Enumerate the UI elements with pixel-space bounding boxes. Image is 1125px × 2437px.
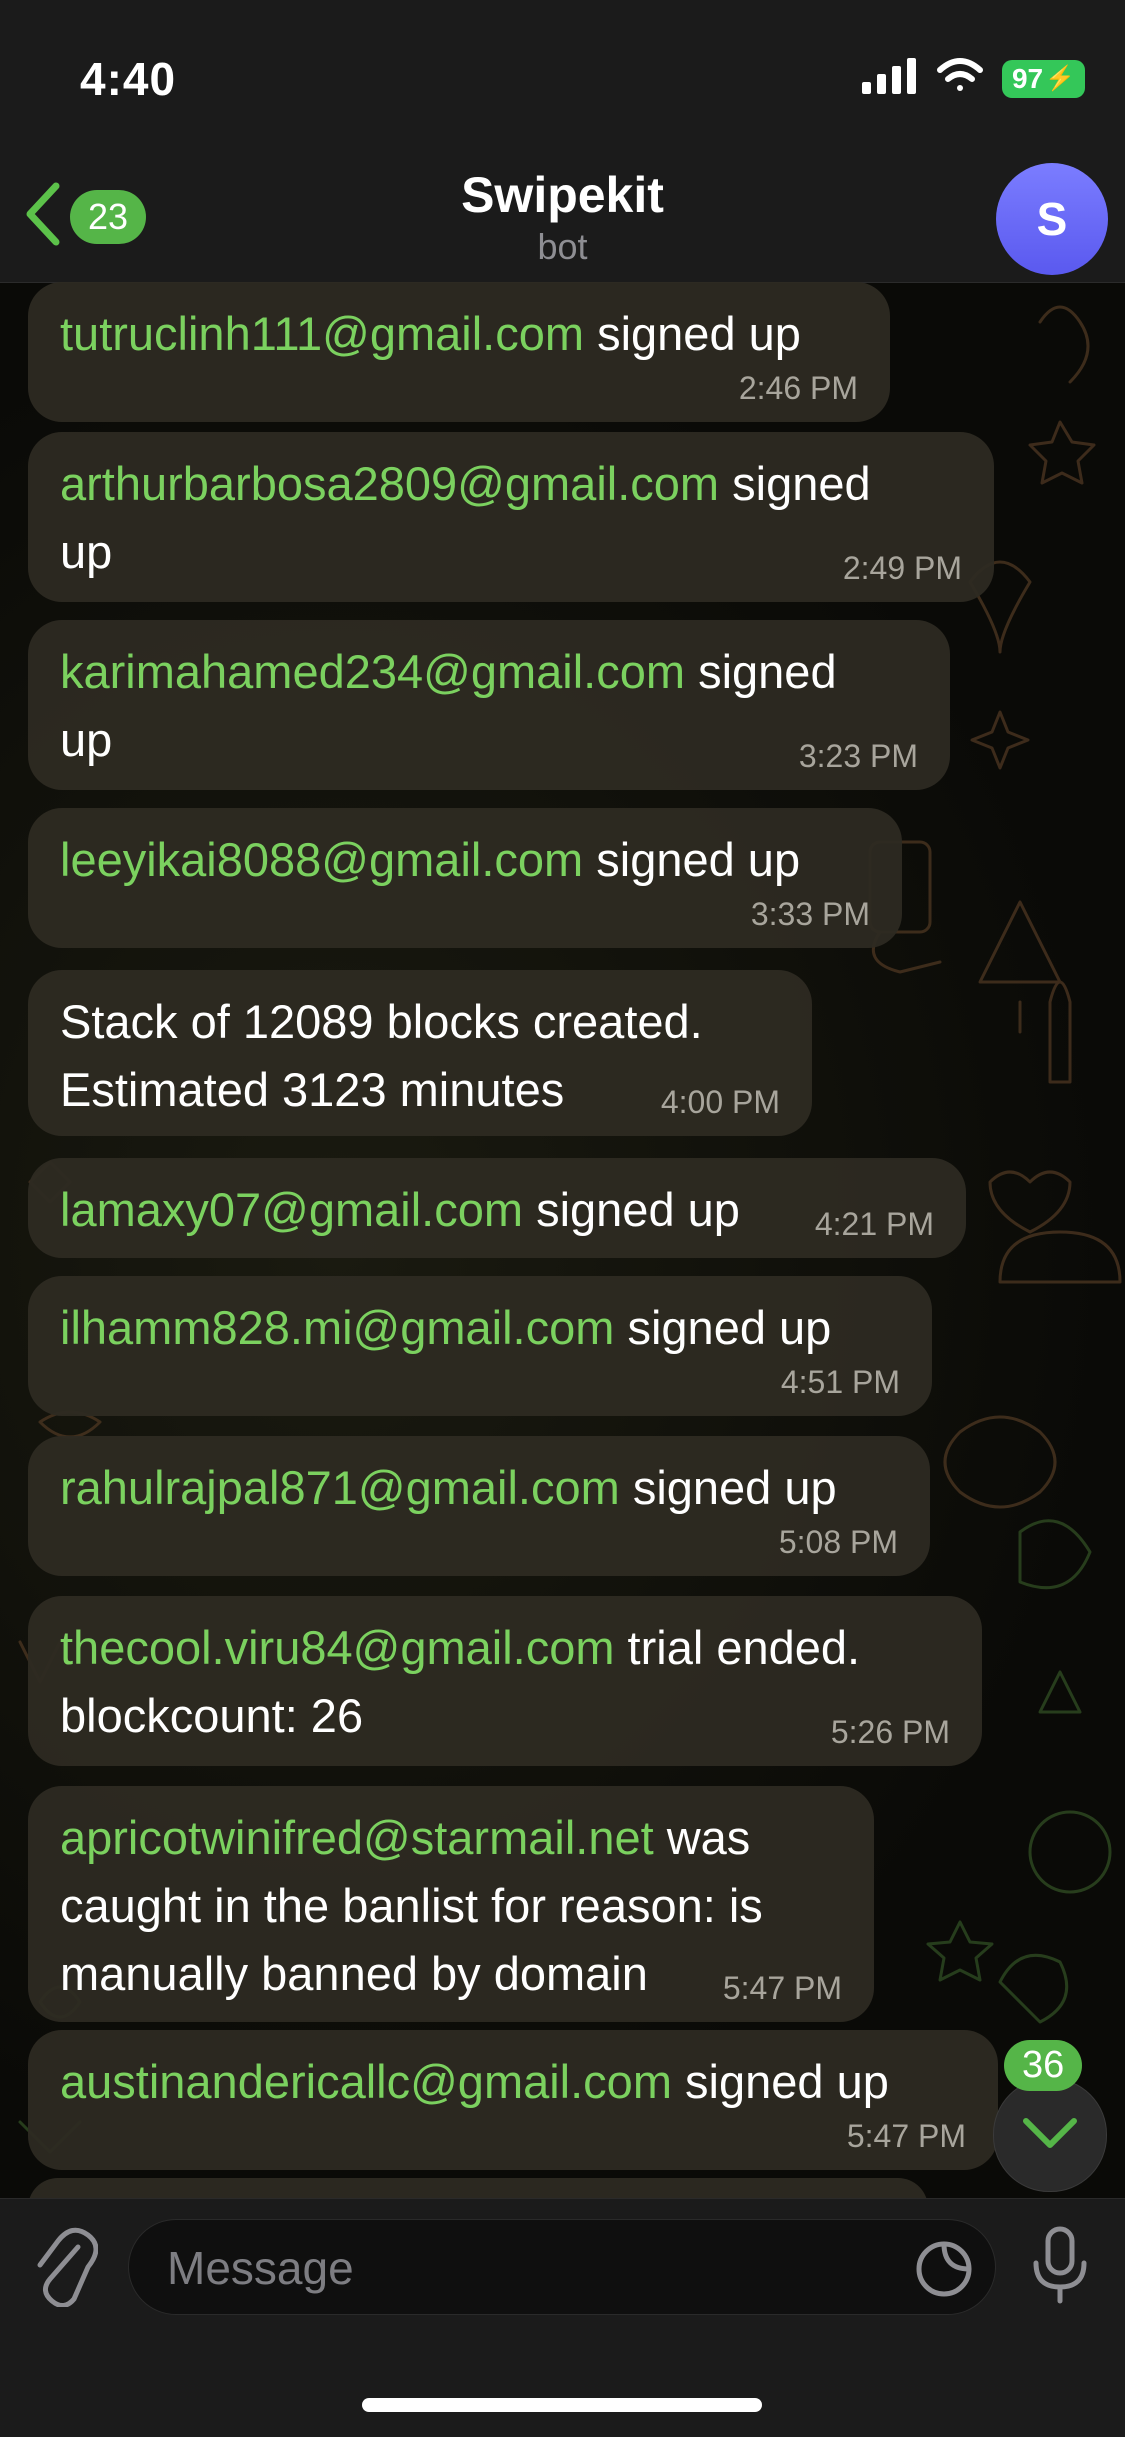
message-text-line: blockcount: 26 [60,1689,364,1742]
message-bubble[interactable]: karimahamed234@gmail.com signed up 3:23 … [28,620,950,790]
unread-count-badge: 36 [1004,2040,1083,2091]
message-bubble[interactable]: ilhamm828.mi@gmail.com signed up 4:51 PM [28,1276,932,1416]
message-bubble[interactable]: lamaxy07@gmail.com signed up 4:21 PM [28,1158,966,1258]
paperclip-icon[interactable] [28,2227,99,2312]
battery-level: 97 [1011,62,1044,94]
message-text: austinandericallc@gmail.com signed up [60,2055,889,2108]
message-email-link[interactable]: tutruclinh111@gmail.com [60,307,584,360]
message-time: 5:08 PM [778,1524,898,1560]
message-text: ilhamm828.mi@gmail.com signed up [60,1301,832,1354]
chevron-down-icon [1022,2117,1078,2154]
message-text: leeyikai8088@gmail.com signed up [60,833,801,886]
home-indicator[interactable] [362,2398,762,2412]
sticker-icon[interactable] [915,2240,973,2303]
message-time: 5:26 PM [830,1714,950,1750]
message-email-link[interactable]: thecool.viru84@gmail.com [60,1621,615,1674]
chat-title[interactable]: Swipekit [0,166,1125,224]
message-time: 4:21 PM [814,1206,934,1242]
message-bubble[interactable]: leeyikai8088@gmail.com signed up 3:33 PM [28,808,902,948]
message-email-link[interactable]: ilhamm828.mi@gmail.com [60,1301,614,1354]
status-icons: 97 ⚡ [861,58,1085,99]
message-bubble-partial[interactable] [28,2178,928,2198]
message-text-line: caught in the banlist for reason: is [60,1879,763,1932]
message-time: 3:33 PM [750,896,870,932]
message-email-link[interactable]: karimahamed234@gmail.com [60,645,685,698]
message-email-link[interactable]: lamaxy07@gmail.com [60,1183,523,1236]
message-text: arthurbarbosa2809@gmail.com signed [60,457,871,510]
message-list[interactable]: tutruclinh111@gmail.com signed up 2:46 P… [0,282,1125,2198]
message-text: rahulrajpal871@gmail.com signed up [60,1461,837,1514]
message-text-line: up [60,713,113,766]
chat-subtitle: bot [537,226,588,267]
message-bubble[interactable]: austinandericallc@gmail.com signed up 5:… [28,2030,998,2170]
message-email-link[interactable]: arthurbarbosa2809@gmail.com [60,457,719,510]
message-email-link[interactable]: apricotwinifred@starmail.net [60,1811,654,1864]
message-text-line: up [60,525,113,578]
message-text: apricotwinifred@starmail.net was [60,1811,751,1864]
signal-icon [861,58,918,99]
message-bubble[interactable]: tutruclinh111@gmail.com signed up 2:46 P… [28,282,890,422]
message-time: 4:51 PM [780,1364,900,1400]
status-time: 4:40 [80,53,177,105]
message-time: 2:46 PM [738,370,858,406]
message-bubble[interactable]: rahulrajpal871@gmail.com signed up 5:08 … [28,1436,930,1576]
message-time: 4:00 PM [660,1084,780,1120]
message-bubble[interactable]: thecool.viru84@gmail.com trial ended. bl… [28,1596,982,1766]
scroll-down-button[interactable] [993,2078,1107,2192]
message-text: lamaxy07@gmail.com signed up [60,1183,740,1236]
avatar[interactable]: S [996,163,1108,275]
message-email-link[interactable]: rahulrajpal871@gmail.com [60,1461,620,1514]
message-text: karimahamed234@gmail.com signed [60,645,837,698]
message-input[interactable] [128,2219,996,2316]
message-text: Stack of 12089 blocks created. [60,995,703,1048]
message-text: tutruclinh111@gmail.com signed up [60,307,801,360]
message-time: 5:47 PM [722,1970,842,2006]
message-email-link[interactable]: leeyikai8088@gmail.com [60,833,583,886]
battery-icon: 97 ⚡ [1001,59,1085,98]
message-time: 5:47 PM [846,2118,966,2154]
message-field[interactable] [165,2220,869,2316]
message-bubble[interactable]: apricotwinifred@starmail.net was caught … [28,1786,874,2022]
wifi-icon [936,58,984,99]
chat-header: 23 Swipekit bot S [0,160,1125,283]
message-bubble[interactable]: Stack of 12089 blocks created. Estimated… [28,970,812,1136]
status-bar: 4:40 97 ⚡ [0,0,1125,160]
message-time: 2:49 PM [842,550,962,586]
message-time: 3:23 PM [798,738,918,774]
message-text: thecool.viru84@gmail.com trial ended. [60,1621,861,1674]
microphone-icon[interactable] [1030,2225,1090,2310]
message-email-link[interactable]: austinandericallc@gmail.com [60,2055,672,2108]
message-bubble[interactable]: arthurbarbosa2809@gmail.com signed up 2:… [28,432,994,602]
